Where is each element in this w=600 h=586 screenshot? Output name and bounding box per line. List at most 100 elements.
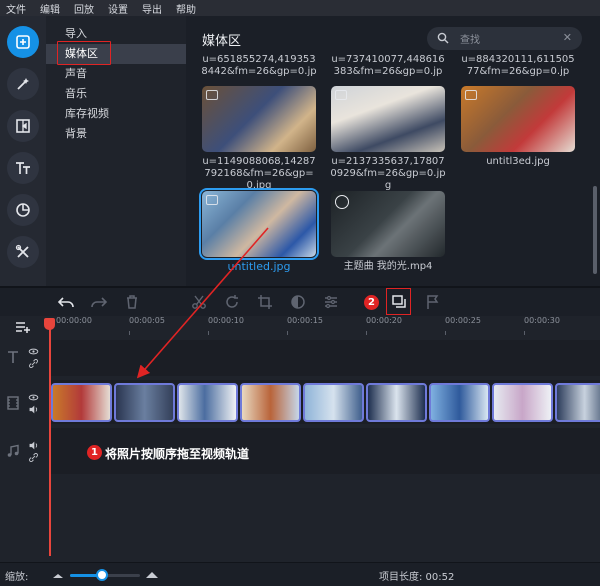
image-badge-icon [206,195,218,205]
media-item-name-1: u=651855274,4193538442&fm=26&gp=0.jp [201,54,317,77]
text-tt-icon [16,162,30,174]
media-item-name-4: u=1149088068,14287792168&fm=26&gp=0.jpg [202,156,316,191]
timeline-clip-9[interactable] [555,383,600,422]
split-button[interactable] [190,293,208,311]
record-highlight-box [386,288,411,315]
step-2-badge: 2 [364,295,379,310]
undo-icon [57,297,74,308]
titles-tool-button[interactable] [7,152,39,184]
menu-export[interactable]: 导出 [142,1,162,16]
menu-edit[interactable]: 编辑 [40,1,60,16]
timeline-clip-6[interactable] [366,383,427,422]
media-thumb-6[interactable] [461,86,575,152]
transitions-tool-button[interactable] [7,110,39,142]
add-track-icon [16,322,30,333]
audio-track-icon [6,444,20,461]
delete-button[interactable] [123,293,141,311]
zoom-label: 缩放: [5,572,29,583]
category-stock-video[interactable]: 库存视频 [46,104,186,124]
image-badge-icon [335,90,347,100]
magic-wand-icon [17,78,29,90]
step-1-badge: 1 [87,445,102,460]
ruler-tick: 00:00:30 [524,316,560,325]
stickers-tool-button[interactable] [7,194,39,226]
zoom-in-icon[interactable] [145,569,159,579]
timeline-clip-2[interactable] [114,383,175,422]
timeline-ruler[interactable]: 00:00:00 00:00:05 00:00:10 00:00:15 00:0… [50,316,600,336]
timeline-clip-5[interactable] [303,383,364,422]
media-panel: 媒体区 查找 ✕ u=651855274,4193538442&fm=26&gp… [186,16,600,286]
search-icon [437,32,449,44]
category-sound[interactable]: 声音 [46,64,186,84]
media-scrollbar[interactable] [593,186,597,274]
video-badge-icon [335,195,349,209]
track-headers [0,316,50,562]
menu-file[interactable]: 文件 [6,1,26,16]
media-item-name-5: u=2137335637,178070929&fm=26&gp=0.jpg [330,156,446,191]
tools-icon [15,244,29,258]
category-backgrounds[interactable]: 背景 [46,124,186,144]
media-item-name-6: untitl3ed.jpg [486,156,550,167]
search-box[interactable]: 查找 ✕ [427,27,582,50]
edit-toolbar [0,288,600,316]
import-tool-button[interactable] [7,26,39,58]
menu-playback[interactable]: 回放 [74,1,94,16]
project-duration: 项目长度: 00:52 [379,572,455,583]
ruler-tick: 00:00:25 [445,316,481,325]
media-thumb-7-selected[interactable] [199,188,319,260]
ruler-mark [445,331,446,335]
image-badge-icon [206,90,218,100]
media-item-name-3: u=884320111,61150577&fm=26&gp=0.jp [461,54,575,77]
playhead-handle[interactable] [44,318,55,330]
ruler-mark [366,331,367,335]
media-item-name-8: 主题曲 我的光.mp4 [343,261,433,272]
link-icon[interactable] [28,358,39,372]
timeline-clip-1[interactable] [51,383,112,422]
image-badge-icon [465,90,477,100]
menu-help[interactable]: 帮助 [176,1,196,16]
media-thumb-5[interactable] [331,86,445,152]
ruler-tick: 00:00:00 [56,316,92,325]
color-adjust-icon [291,295,305,309]
clear-search-icon[interactable]: ✕ [563,31,572,44]
timeline-clip-4[interactable] [240,383,301,422]
crop-button[interactable] [256,293,274,311]
video-track-icon [6,396,20,413]
crop-icon [258,295,272,309]
redo-button[interactable] [90,293,108,311]
marker-button[interactable] [423,293,441,311]
text-track-icon [6,350,20,367]
ruler-mark [208,331,209,335]
search-placeholder: 查找 [460,35,480,46]
playhead-line[interactable] [49,320,51,556]
speaker-icon[interactable] [28,404,39,418]
more-tools-button[interactable] [7,236,39,268]
media-panel-title: 媒体区 [202,34,242,49]
zoom-out-icon[interactable] [52,571,64,579]
media-thumb-8-video[interactable] [331,191,445,257]
rotate-button[interactable] [223,293,241,311]
link-icon[interactable] [28,452,39,466]
timeline-clip-7[interactable] [429,383,490,422]
category-music[interactable]: 音乐 [46,84,186,104]
ruler-mark [524,331,525,335]
import-plus-icon [16,35,30,49]
text-track[interactable] [50,340,600,376]
timeline-clip-8[interactable] [492,383,553,422]
timeline-clip-3[interactable] [177,383,238,422]
ruler-mark [129,331,130,335]
filters-tool-button[interactable] [7,68,39,100]
zoom-slider-knob[interactable] [95,569,108,581]
media-thumb-4[interactable] [202,86,316,152]
clip-properties-button[interactable] [322,293,340,311]
menu-settings[interactable]: 设置 [108,1,128,16]
trash-icon [127,295,137,309]
undo-button[interactable] [57,293,75,311]
color-adjust-button[interactable] [289,293,307,311]
pie-clock-icon [16,203,30,217]
rotate-icon [226,295,238,308]
ruler-mark [287,331,288,335]
ruler-tick: 00:00:15 [287,316,323,325]
add-track-button[interactable] [14,318,32,339]
media-item-name-2: u=737410077,448616383&fm=26&gp=0.jp [331,54,445,77]
